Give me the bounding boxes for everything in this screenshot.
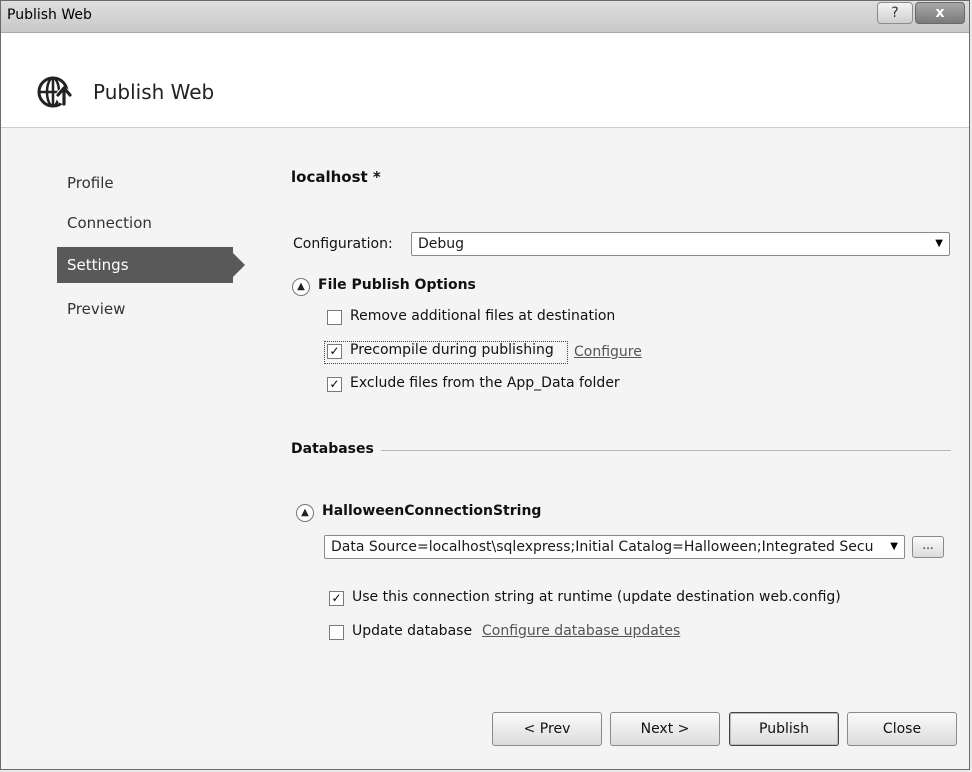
collapse-file-publish-icon[interactable]: ▲ [292, 278, 310, 296]
connection-string-value: Data Source=localhost\sqlexpress;Initial… [331, 539, 874, 555]
globe-upload-icon [37, 76, 72, 108]
close-window-button[interactable]: x [915, 2, 965, 24]
configuration-select[interactable]: Debug ▼ [411, 232, 950, 256]
configuration-label: Configuration: [293, 236, 393, 252]
window-title: Publish Web [7, 7, 92, 23]
dialog-header: Publish Web [1, 33, 969, 128]
profile-name: localhost * [291, 168, 381, 186]
configure-precompile-link[interactable]: Configure [574, 344, 642, 360]
configuration-value: Debug [418, 236, 465, 252]
collapse-connection-icon[interactable]: ▲ [296, 504, 314, 522]
remove-files-checkbox[interactable] [327, 310, 342, 325]
publish-web-dialog: Publish Web ? x Publish Web Profile Conn… [0, 0, 970, 770]
sidebar-item-profile[interactable]: Profile [57, 165, 233, 201]
dropdown-arrow-icon: ▼ [886, 536, 898, 558]
browse-connection-button[interactable]: ... [912, 536, 944, 558]
publish-button[interactable]: Publish [729, 712, 839, 746]
use-at-runtime-label: Use this connection string at runtime (u… [352, 589, 841, 605]
file-publish-title: File Publish Options [318, 277, 476, 293]
remove-files-label: Remove additional files at destination [350, 308, 616, 324]
exclude-app-data-checkbox[interactable]: ✓ [327, 377, 342, 392]
configure-database-updates-link[interactable]: Configure database updates [482, 623, 680, 639]
sidebar-item-settings[interactable]: Settings [57, 247, 245, 283]
help-button[interactable]: ? [877, 2, 913, 24]
update-database-label: Update database [352, 623, 473, 639]
precompile-checkbox[interactable]: ✓ [327, 344, 342, 359]
databases-title: Databases [291, 441, 374, 457]
connection-string-combo[interactable]: Data Source=localhost\sqlexpress;Initial… [324, 535, 905, 559]
connection-name: HalloweenConnectionString [322, 503, 542, 519]
close-button[interactable]: Close [847, 712, 957, 746]
databases-divider [381, 450, 951, 451]
update-database-checkbox[interactable] [329, 625, 344, 640]
sidebar-item-preview[interactable]: Preview [57, 291, 233, 327]
next-button[interactable]: Next > [610, 712, 720, 746]
exclude-app-data-label: Exclude files from the App_Data folder [350, 375, 620, 391]
precompile-label: Precompile during publishing [350, 342, 554, 358]
dropdown-arrow-icon: ▼ [935, 238, 943, 249]
title-bar[interactable]: Publish Web ? x [1, 1, 969, 33]
use-at-runtime-checkbox[interactable]: ✓ [329, 591, 344, 606]
sidebar-item-connection[interactable]: Connection [57, 205, 233, 241]
prev-button[interactable]: < Prev [492, 712, 602, 746]
header-title: Publish Web [93, 80, 215, 104]
